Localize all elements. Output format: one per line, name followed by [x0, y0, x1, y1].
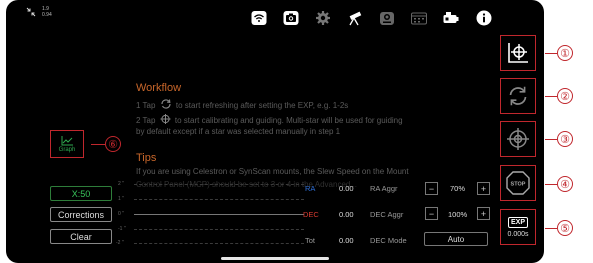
- tips-line-2: Control Panel (MCP) should be set to 3 o…: [136, 180, 358, 189]
- callout-5: ⑤: [545, 220, 573, 236]
- workflow-step-2: 2 Tap to start calibrating and guiding. …: [136, 114, 403, 125]
- grid-line: [134, 184, 304, 185]
- refresh-icon: [509, 86, 527, 106]
- tot-value: 0.00: [339, 236, 354, 245]
- dec-mode-select[interactable]: Auto: [424, 232, 488, 246]
- stop-label: STOP: [511, 181, 526, 187]
- grid-line: [134, 229, 304, 230]
- ra-aggr-plus-button[interactable]: +: [477, 182, 490, 195]
- grid-line: [134, 243, 304, 244]
- crosshair-icon: [160, 114, 171, 124]
- tot-label: Tot: [305, 236, 316, 245]
- x-scale-button[interactable]: X:50: [50, 186, 112, 201]
- y-tick-label: -2 '': [116, 240, 124, 246]
- dec-aggr-minus-button[interactable]: −: [425, 207, 438, 220]
- graph-button[interactable]: Graph: [50, 130, 84, 158]
- guide-button[interactable]: [500, 121, 536, 157]
- focuser-icon[interactable]: [443, 10, 459, 26]
- workflow-step-2-line-2: by default except if a star was selected…: [136, 127, 341, 136]
- dec-aggr-plus-button[interactable]: +: [477, 207, 490, 220]
- callout-4: ④: [545, 176, 573, 192]
- dec-mode-label: DEC Mode: [370, 236, 407, 245]
- corrections-button[interactable]: Corrections: [50, 207, 112, 222]
- ra-aggr-minus-button[interactable]: −: [425, 182, 438, 195]
- crosshair-icon: [507, 128, 529, 150]
- dec-aggr-value: 100%: [448, 210, 468, 219]
- exposure-button[interactable]: EXP 0.000s: [500, 209, 536, 245]
- grid-line: [134, 199, 304, 200]
- home-indicator: [221, 257, 329, 260]
- refresh-button[interactable]: [500, 78, 536, 114]
- exposure-badge: EXP: [507, 216, 528, 228]
- tips-title: Tips: [136, 152, 157, 164]
- stop-button[interactable]: STOP: [500, 165, 536, 201]
- dec-value: 0.00: [339, 210, 354, 219]
- telescope-icon[interactable]: [347, 10, 363, 26]
- dec-label: DEC: [303, 210, 319, 219]
- wifi-icon[interactable]: [251, 10, 267, 26]
- clear-button[interactable]: Clear: [50, 229, 112, 244]
- gear-icon[interactable]: [315, 10, 331, 26]
- info-icon[interactable]: [476, 10, 492, 26]
- select-star-button[interactable]: [500, 35, 536, 71]
- refresh-icon: [161, 99, 171, 109]
- callout-1: ①: [545, 45, 573, 61]
- y-tick-label: 2 '': [118, 181, 125, 187]
- ra-aggr-value: 70%: [450, 184, 466, 193]
- stop-icon: STOP: [506, 171, 530, 195]
- callout-2: ②: [545, 88, 573, 104]
- y-tick-label: 1 '': [118, 196, 125, 202]
- ra-aggr-label: RA Aggr: [370, 184, 398, 193]
- tips-line-1: If you are using Celestron or SynScan mo…: [136, 167, 409, 176]
- camera-icon[interactable]: [283, 10, 299, 26]
- graph-button-label: Graph: [58, 146, 76, 153]
- y-tick-label: 0 '': [118, 211, 125, 217]
- ra-value: 0.00: [339, 184, 354, 193]
- exposure-value: 0.000s: [507, 230, 529, 238]
- workflow-step-1: 1 Tap to start refreshing after setting …: [136, 99, 349, 110]
- calendar-icon[interactable]: [411, 10, 427, 26]
- graph-icon: [61, 135, 73, 145]
- dec-aggr-label: DEC Aggr: [370, 210, 404, 219]
- guide-camera-icon[interactable]: [379, 10, 395, 26]
- app-screen: 1.9 0.94 Workflow 1 Tap to start refresh…: [6, 0, 544, 263]
- y-tick-label: -1 '': [118, 226, 126, 232]
- callout-6: ⑥: [91, 136, 121, 152]
- callout-3: ③: [545, 131, 573, 147]
- workflow-title: Workflow: [136, 82, 182, 94]
- ra-label: RA: [305, 184, 316, 193]
- select-star-icon: [508, 43, 528, 63]
- top-toolbar: [6, 8, 544, 28]
- zero-line: [134, 214, 304, 215]
